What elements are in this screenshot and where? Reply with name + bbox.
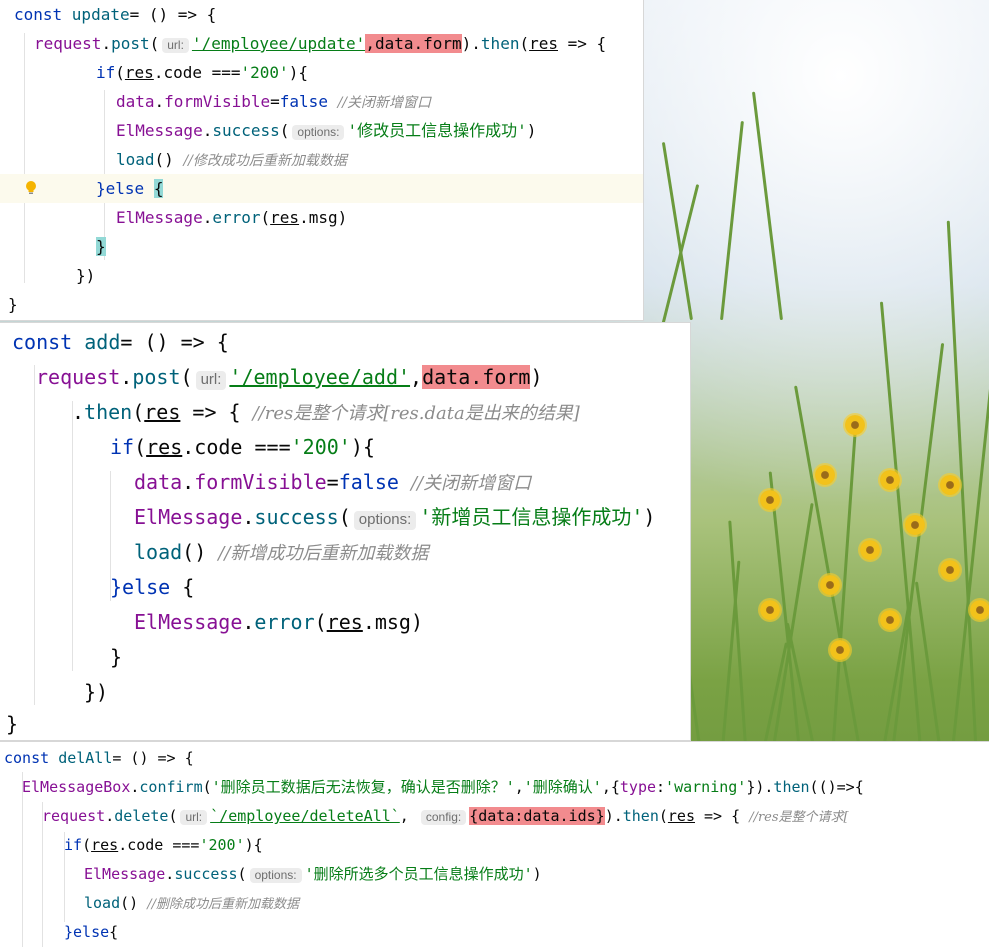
highlighted-arg: {data:data.ids}: [469, 807, 605, 825]
code-line: ElMessage.success(options: '新增员工信息操作成功'): [134, 505, 656, 530]
code-line: }: [8, 295, 18, 314]
code-line: .then(res => { //res是整个请求[res.data是出来的结果…: [72, 400, 580, 424]
highlighted-arg: data.form: [422, 365, 531, 389]
param-hint: url:: [180, 810, 208, 825]
param-hint: config:: [420, 810, 467, 825]
code-line: }else {: [110, 575, 195, 599]
sunflower: [830, 640, 850, 660]
lightbulb-icon[interactable]: [25, 181, 37, 195]
sunflower: [820, 575, 840, 595]
code-line: }): [84, 680, 109, 704]
code-line: const delAll= () => {: [4, 749, 194, 767]
code-line: ElMessage.success(options: '删除所选多个员工信息操作成…: [84, 865, 542, 883]
code-line: ElMessage.error(res.msg): [116, 208, 348, 227]
code-line: }: [6, 712, 19, 736]
sunflower: [860, 540, 880, 560]
highlighted-arg: data.form: [374, 34, 462, 53]
code-line: ElMessage.success(options: '修改员工信息操作成功'): [116, 121, 537, 140]
code-panel-delall[interactable]: const delAll= () => { ElMessageBox.confi…: [0, 742, 989, 947]
sunflower: [940, 475, 960, 495]
code-line: data.formVisible=false //关闭新增窗口: [116, 92, 432, 111]
sunflower: [970, 600, 989, 620]
code-line: load() //修改成功后重新加载数据: [116, 150, 347, 169]
code-line: load() //新增成功后重新加载数据: [134, 540, 429, 564]
code-line: request.post(url: '/employee/update',data…: [34, 34, 607, 53]
param-hint: url:: [162, 38, 189, 53]
code-line: }: [110, 645, 123, 669]
code-line: }else{: [64, 923, 119, 941]
code-line: request.delete(url: `/employee/deleteAll`…: [42, 807, 849, 825]
param-hint: options:: [353, 511, 417, 530]
code-line: const update= () => {: [14, 5, 217, 24]
sunflower: [940, 560, 960, 580]
sunflower: [880, 610, 900, 630]
code-line-current: }else {: [0, 174, 643, 203]
code-panel-update[interactable]: const update= () => { request.post(url: '…: [0, 0, 643, 320]
code-line: if(res.code ==='200'){: [64, 836, 263, 854]
code-line: load() //删除成功后重新加载数据: [84, 894, 299, 912]
param-hint: options:: [292, 125, 345, 140]
sunflower: [760, 490, 780, 510]
code-line: const add= () => {: [12, 330, 229, 354]
sunflower: [815, 465, 835, 485]
sunflower: [905, 515, 925, 535]
param-hint: options:: [249, 868, 302, 883]
sunflower: [845, 415, 865, 435]
sunflower: [760, 600, 780, 620]
code-line: }: [96, 237, 106, 256]
code-line: data.formVisible=false //关闭新增窗口: [134, 470, 532, 494]
code-line: }): [76, 266, 96, 285]
sunflower: [880, 470, 900, 490]
code-line: ElMessageBox.confirm('删除员工数据后无法恢复，确认是否删除…: [22, 778, 864, 796]
param-hint: url:: [195, 371, 227, 390]
code-line: ElMessage.error(res.msg): [134, 610, 424, 634]
code-line: request.post(url: '/employee/add',data.fo…: [36, 365, 543, 390]
code-line: if(res.code ==='200'){: [96, 63, 308, 82]
code-line: if(res.code ==='200'){: [110, 435, 375, 459]
code-panel-add[interactable]: const add= () => { request.post(url: '/em…: [0, 323, 690, 740]
